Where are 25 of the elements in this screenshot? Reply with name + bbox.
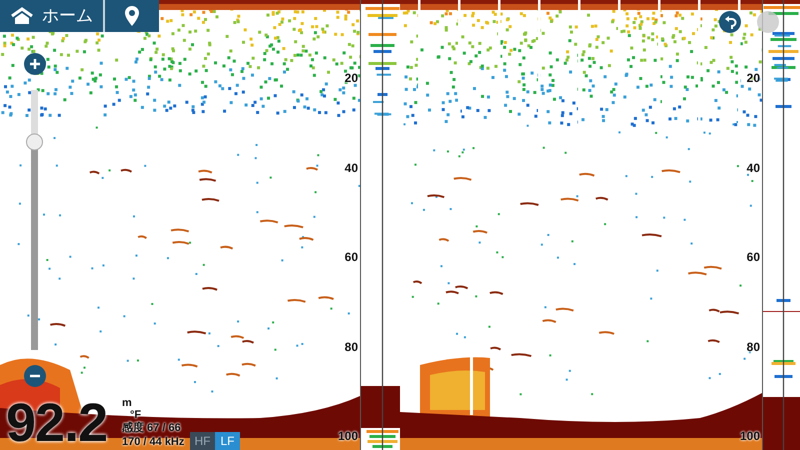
- depth-reading: 92.2: [6, 396, 108, 450]
- zoom-slider[interactable]: [26, 90, 43, 350]
- home-button[interactable]: ホーム: [0, 0, 103, 32]
- plus-icon: [29, 58, 41, 70]
- location-pin-button[interactable]: [105, 0, 159, 32]
- depth-scale-label: 60: [746, 251, 760, 263]
- frequency-tab[interactable]: HF: [190, 432, 215, 450]
- depth-scale-label: 60: [344, 251, 358, 263]
- depth-scale-label: 40: [746, 162, 760, 174]
- location-pin-icon: [125, 6, 139, 26]
- gain-text: 感度 67 / 66: [122, 423, 181, 434]
- slider-thumb[interactable]: [26, 134, 43, 150]
- frequency-tab[interactable]: LF: [215, 432, 240, 450]
- home-icon: [10, 7, 34, 25]
- depth-scale-label: 40: [344, 162, 358, 174]
- depth-scale-label: 80: [746, 340, 760, 352]
- undo-icon: [724, 16, 736, 28]
- depth-scale-label: 20: [746, 72, 760, 84]
- depth-scale-label: 20: [344, 72, 358, 84]
- depth-scale-label: 80: [344, 340, 358, 352]
- depth-unit: m: [122, 398, 132, 409]
- minus-icon: [29, 374, 41, 378]
- zoom-in-button[interactable]: [24, 53, 46, 75]
- undo-button[interactable]: [719, 11, 741, 33]
- frequency-text: 170 / 44 kHz: [122, 437, 184, 448]
